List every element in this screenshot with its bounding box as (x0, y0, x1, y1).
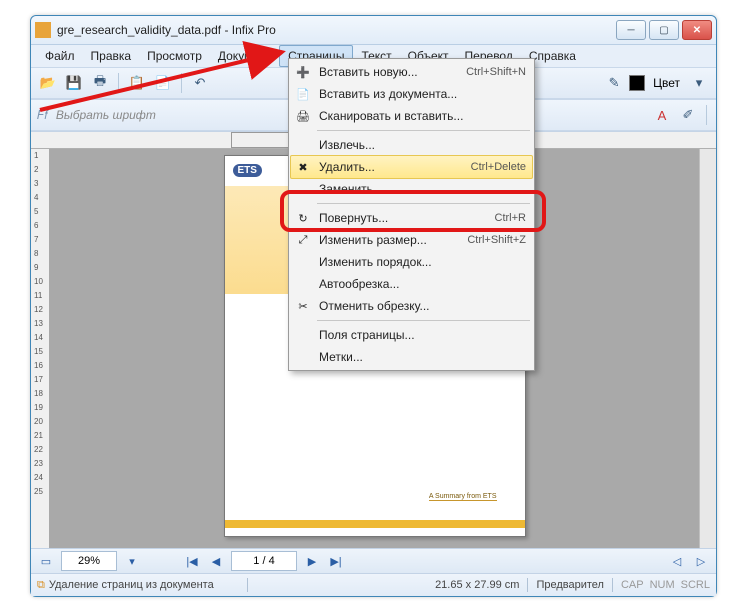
menu-item-label: Изменить размер... (319, 233, 427, 247)
menu-separator (317, 130, 530, 131)
vertical-ruler: 123 456 789 101112 131415 161718 192021 … (31, 149, 50, 548)
menu-item-label: Повернуть... (319, 211, 388, 225)
menu-item-label: Удалить... (319, 160, 375, 174)
open-icon[interactable]: 📂 (37, 72, 59, 94)
menu-item[interactable]: ✂ Отменить обрезку... (291, 295, 532, 317)
last-page-icon[interactable]: ▶| (327, 552, 345, 570)
menu-item-label: Заменить... (319, 182, 383, 196)
zoom-out-icon[interactable]: ▭ (37, 552, 55, 570)
paste-icon[interactable]: 📄 (152, 72, 174, 94)
menu-edit[interactable]: Правка (83, 46, 140, 66)
nav-fwd-icon[interactable]: ▷ (692, 552, 710, 570)
page-summary-text: A Summary from ETS (429, 493, 497, 501)
menu-item-icon: 📄 (295, 86, 311, 102)
toolbar-sep (706, 105, 707, 125)
status-bar: ⧉ Удаление страниц из документа 21.65 x … (31, 573, 716, 596)
menu-item-shortcut: Ctrl+R (495, 212, 526, 224)
menu-separator (317, 320, 530, 321)
nav-back-icon[interactable]: ◁ (668, 552, 686, 570)
menu-item-icon: ✂ (295, 298, 311, 314)
print-icon[interactable]: 🖶 (89, 72, 111, 94)
menu-item-icon: ✖ (295, 159, 311, 175)
font-glyph-icon: 𝐹𝑓 (37, 108, 48, 123)
status-icon: ⧉ (37, 579, 45, 592)
dropper-icon[interactable]: ✎ (603, 72, 625, 94)
menu-item[interactable]: ⤢ Изменить размер... Ctrl+Shift+Z (291, 229, 532, 251)
menu-item[interactable]: 📄 Вставить из документа... (291, 83, 532, 105)
menu-separator (317, 203, 530, 204)
font-picker[interactable]: Выбрать шрифт (56, 108, 156, 122)
page-footer-bar (225, 520, 525, 528)
menu-item[interactable]: Метки... (291, 346, 532, 368)
status-scrl: SCRL (681, 579, 710, 591)
minimize-button[interactable]: ─ (616, 20, 646, 40)
menu-item-label: Поля страницы... (319, 328, 415, 342)
menu-item-shortcut: Ctrl+Shift+Z (467, 234, 526, 246)
highlight-icon[interactable]: ✐ (677, 104, 699, 126)
menu-item-icon: ➕ (295, 64, 311, 80)
titlebar: gre_research_validity_data.pdf - Infix P… (31, 16, 716, 45)
menu-item-label: Сканировать и вставить... (319, 109, 463, 123)
window-title: gre_research_validity_data.pdf - Infix P… (57, 23, 616, 37)
status-preview[interactable]: Предварител (536, 579, 604, 591)
menu-item-shortcut: Ctrl+Delete (471, 161, 526, 173)
maximize-button[interactable]: ▢ (649, 20, 679, 40)
menu-item[interactable]: ➕ Вставить новую... Ctrl+Shift+N (291, 61, 532, 83)
color-swatch[interactable] (629, 75, 645, 91)
copy-icon[interactable]: 📋 (126, 72, 148, 94)
menu-item[interactable]: Поля страницы... (291, 324, 532, 346)
menu-item-label: Изменить порядок... (319, 255, 432, 269)
menu-item-label: Вставить из документа... (319, 87, 457, 101)
page-number-input[interactable] (231, 551, 297, 571)
close-button[interactable]: ✕ (682, 20, 712, 40)
menu-item[interactable]: Автообрезка... (291, 273, 532, 295)
menu-document[interactable]: Документ (210, 46, 279, 66)
menu-item[interactable]: Заменить... (291, 178, 532, 200)
menu-item-label: Извлечь... (319, 138, 375, 152)
menu-item[interactable]: 🖨 Сканировать и вставить... (291, 105, 532, 127)
menu-item-label: Метки... (319, 350, 363, 364)
menu-item-icon: ↻ (295, 210, 311, 226)
first-page-icon[interactable]: |◀ (183, 552, 201, 570)
color-label: Цвет (653, 76, 680, 90)
page-nav-bar: ▭ ▾ |◀ ◀ ▶ ▶| ◁ ▷ (31, 548, 716, 573)
menu-item[interactable]: ✖ Удалить... Ctrl+Delete (290, 155, 533, 179)
undo-icon[interactable]: ↶ (189, 72, 211, 94)
vertical-scrollbar[interactable] (699, 149, 716, 548)
window-buttons: ─ ▢ ✕ (616, 20, 712, 40)
menu-item[interactable]: ↻ Повернуть... Ctrl+R (291, 207, 532, 229)
menu-item-icon: ⤢ (295, 232, 311, 248)
menu-item[interactable]: Извлечь... (291, 134, 532, 156)
zoom-input[interactable] (61, 551, 117, 571)
toolbar-sep (181, 73, 182, 93)
status-dimensions: 21.65 x 27.99 cm (435, 579, 519, 591)
menu-item-shortcut: Ctrl+Shift+N (466, 66, 526, 78)
next-page-icon[interactable]: ▶ (303, 552, 321, 570)
menu-view[interactable]: Просмотр (139, 46, 210, 66)
menu-item-icon: 🖨 (295, 108, 311, 124)
menu-file[interactable]: Файл (37, 46, 83, 66)
menu-item-label: Отменить обрезку... (319, 299, 429, 313)
color-dropdown-icon[interactable]: ▾ (688, 72, 710, 94)
app-icon (35, 22, 51, 38)
toolbar-sep (118, 73, 119, 93)
ets-logo: ETS (233, 164, 262, 177)
menu-item-label: Вставить новую... (319, 65, 418, 79)
status-cap: CAP (621, 579, 644, 591)
menu-item-label: Автообрезка... (319, 277, 399, 291)
menu-item[interactable]: Изменить порядок... (291, 251, 532, 273)
status-message: Удаление страниц из документа (49, 579, 239, 591)
pages-dropdown-menu: ➕ Вставить новую... Ctrl+Shift+N 📄 Вставить … (288, 58, 535, 371)
save-icon[interactable]: 💾 (63, 72, 85, 94)
prev-page-icon[interactable]: ◀ (207, 552, 225, 570)
zoom-dropdown-icon[interactable]: ▾ (123, 552, 141, 570)
text-color-icon[interactable]: A (651, 104, 673, 126)
status-num: NUM (650, 579, 675, 591)
